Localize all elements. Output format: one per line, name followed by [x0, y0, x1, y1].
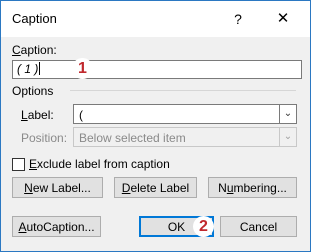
close-icon: ✕	[276, 10, 290, 27]
new-label-button[interactable]: New Label...	[12, 177, 103, 198]
options-divider	[70, 90, 296, 91]
position-select[interactable]: Below selected item ⌄	[73, 127, 297, 147]
dialog-title: Caption	[12, 11, 57, 26]
step-badge-1: 1	[72, 58, 93, 79]
delete-label-button[interactable]: Delete Label	[114, 177, 197, 198]
text-caret	[39, 62, 41, 75]
options-heading: Options	[12, 84, 54, 98]
caption-input-value: ( 1 )	[17, 62, 39, 76]
exclude-label-checkbox[interactable]	[12, 158, 25, 171]
position-select-value: Below selected item	[79, 131, 186, 145]
caption-field-label: Caption:	[12, 43, 57, 57]
caption-dialog: Caption ? ✕	[0, 0, 311, 252]
chevron-down-icon: ⌄	[279, 128, 296, 146]
caption-input[interactable]: ( 1 )	[12, 60, 302, 79]
numbering-button[interactable]: Numbering...	[208, 177, 297, 198]
label-select-value: (	[79, 108, 83, 122]
help-button[interactable]: ?	[219, 6, 257, 32]
exclude-label-checkbox-label[interactable]: Exclude label from caption	[29, 157, 170, 171]
autocaption-button[interactable]: AutoCaption...	[12, 216, 101, 237]
label-select[interactable]: ( ⌄	[73, 104, 297, 124]
chevron-down-icon[interactable]: ⌄	[279, 105, 296, 123]
position-field-label: Position:	[21, 131, 68, 145]
close-button[interactable]: ✕	[263, 6, 303, 32]
label-field-label: Label:	[21, 108, 54, 122]
title-bar: Caption ? ✕	[1, 1, 310, 37]
step-badge-2: 2	[193, 216, 214, 237]
cancel-button[interactable]: Cancel	[220, 216, 297, 237]
